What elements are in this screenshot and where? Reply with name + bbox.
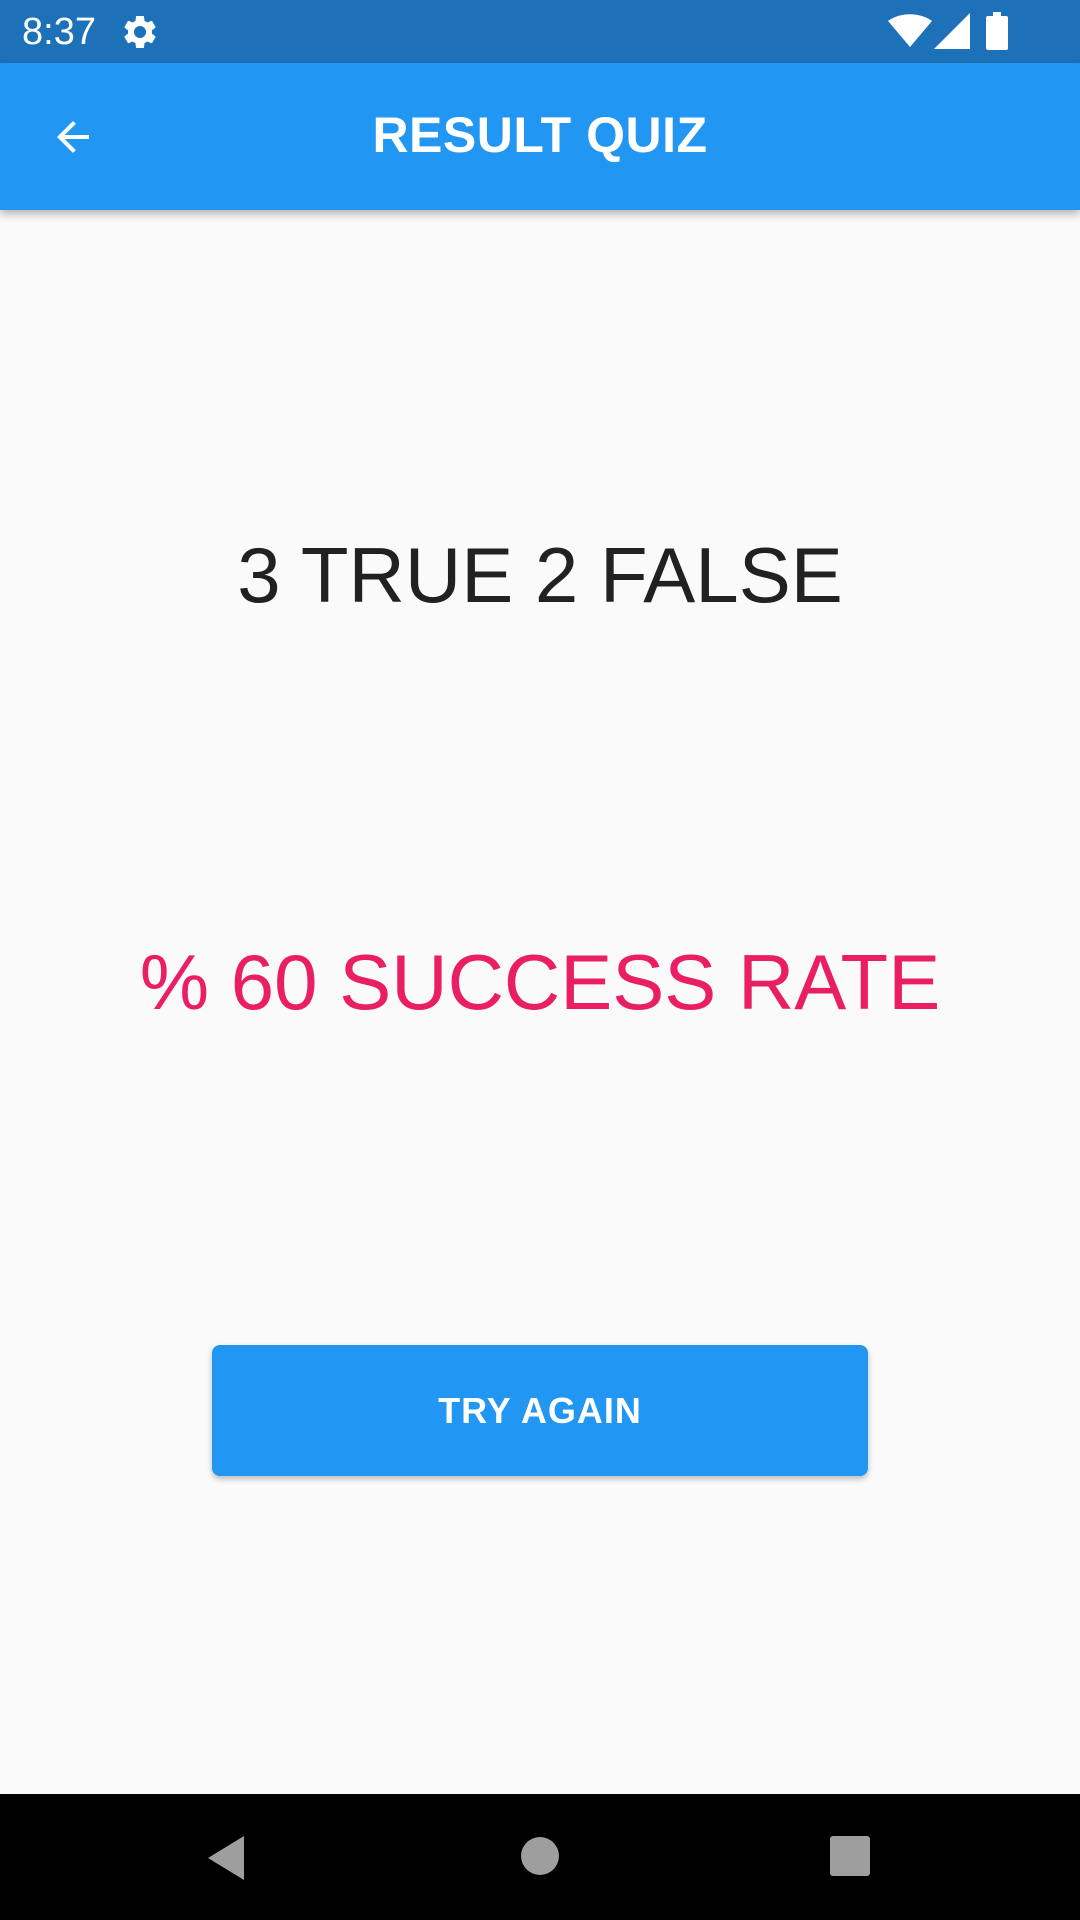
success-rate: % 60 SUCCESS RATE <box>139 938 941 1026</box>
status-bar: 8:37 <box>0 0 1080 63</box>
try-again-button[interactable]: TRY AGAIN <box>212 1345 868 1476</box>
app-bar: RESULT QUIZ <box>0 63 1080 210</box>
status-time: 8:37 <box>22 11 96 53</box>
page-title: RESULT QUIZ <box>372 107 708 163</box>
system-nav-bar <box>0 1794 1080 1920</box>
gear-icon <box>120 12 160 52</box>
signal-icon <box>934 13 970 49</box>
battery-icon <box>986 12 1008 50</box>
result-quiz-screen: 8:37 RESULT QUIZ 3 TRUE 2 FALSE % 60 SUC… <box>0 0 1080 1920</box>
nav-recents-icon[interactable] <box>830 1836 870 1876</box>
wifi-icon <box>888 14 932 48</box>
nav-back-icon[interactable] <box>204 1834 248 1882</box>
nav-home-icon[interactable] <box>520 1836 560 1876</box>
score-summary: 3 TRUE 2 FALSE <box>237 531 843 619</box>
